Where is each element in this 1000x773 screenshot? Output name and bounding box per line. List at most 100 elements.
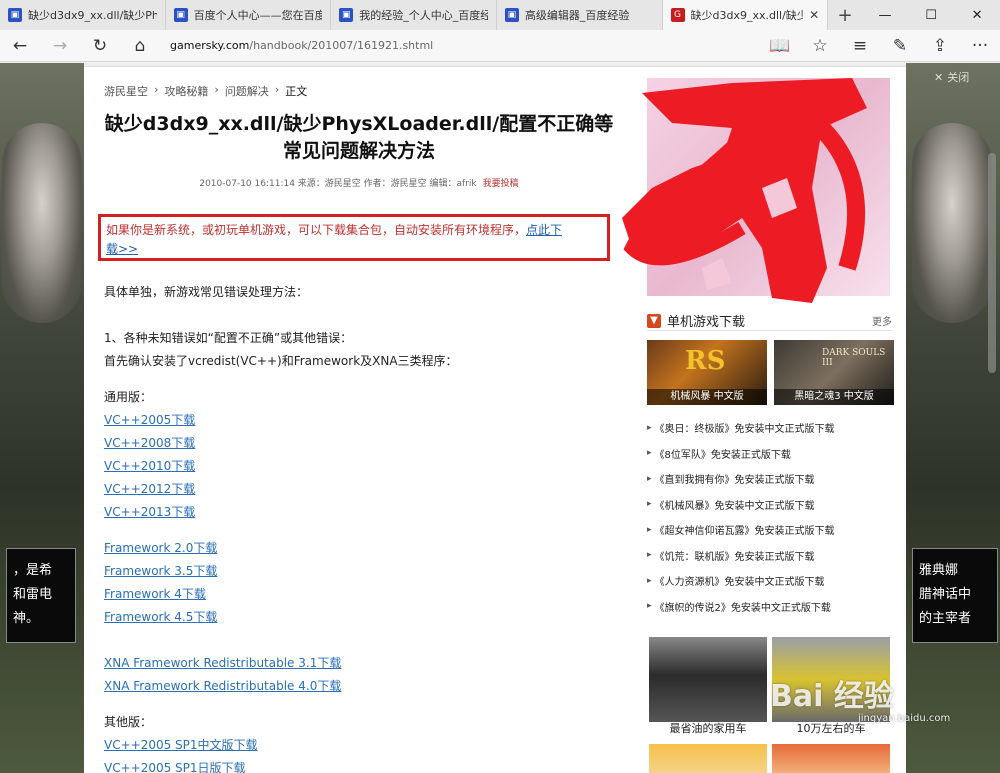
more-link[interactable]: 更多	[872, 313, 892, 328]
list-item[interactable]: ▸ 《饥荒：联机版》免安装正式版下载	[647, 543, 892, 569]
share-icon[interactable]: ⇪	[920, 30, 960, 62]
download-pack-link-cont[interactable]: 载>>	[106, 242, 138, 256]
download-pack-link[interactable]: 点此下	[526, 223, 562, 237]
framework-4-download-link[interactable]: Framework 4下载	[104, 585, 206, 602]
game-logo: DARK SOULS III	[822, 348, 886, 368]
reading-view-icon[interactable]: 📖	[760, 30, 800, 62]
breadcrumb-separator: ›	[274, 83, 280, 96]
url-path: /handbook/201007/161921.shtml	[249, 39, 434, 52]
vc2012-download-link[interactable]: VC++2012下载	[104, 480, 195, 497]
more-menu-icon[interactable]: ···	[960, 30, 1000, 62]
arrow-icon: ▸	[647, 473, 652, 484]
page-favicon-icon: ▣	[339, 8, 354, 22]
list-item[interactable]: ▸ 《人力资源机》免安装中文正式版下载	[647, 568, 892, 594]
baidu-jingyan-watermark: Bai 经验	[770, 679, 894, 714]
list-item[interactable]: ▸ 《机械风暴》免安装中文正式版下载	[647, 492, 892, 518]
url-host: gamersky.com	[170, 39, 250, 52]
game-download-list: ▸ 《奥日：终极版》免安装中文正式版下载 ▸ 《8位军队》免安装正式版下载 ▸ 《直到…	[647, 415, 892, 619]
xna-31-download-link[interactable]: XNA Framework Redistributable 3.1下载	[104, 654, 341, 671]
vc2013-download-link[interactable]: VC++2013下载	[104, 503, 195, 520]
game-thumbnail[interactable]: DARK SOULS III 黑暗之魂3 中文版	[774, 340, 894, 405]
hub-icon[interactable]: ≡	[840, 30, 880, 62]
list-item[interactable]: ▸ 《8位军队》免安装正式版下载	[647, 441, 892, 467]
breadcrumb-separator: ›	[214, 83, 219, 96]
address-bar[interactable]: gamersky.com/handbook/201007/161921.shtm…	[170, 39, 760, 52]
section-text: 首先确认安装了vcredist(VC++)和Framework及XNA三类程序：	[104, 354, 458, 368]
list-item[interactable]: ▸ 《旗帜的传说2》免安装中文正式版下载	[647, 594, 892, 620]
game-link[interactable]: 《机械风暴》免安装中文正式版下载	[655, 497, 815, 512]
background-art-left: ，是希 和雷电 神。	[0, 63, 84, 773]
tab-close-icon[interactable]: ✕	[809, 8, 819, 22]
game-link[interactable]: 《饥荒：联机版》免安装正式版下载	[655, 548, 815, 563]
close-ad-label: 关闭	[947, 71, 970, 84]
close-icon: ✕	[934, 70, 944, 84]
vc2010-download-link[interactable]: VC++2010下载	[104, 457, 195, 474]
list-item[interactable]: ▸ 《超女神信仰诺瓦露》免安装正式版下载	[647, 517, 892, 543]
forward-arrow-icon[interactable]: →	[40, 30, 80, 62]
framework-45-download-link[interactable]: Framework 4.5下载	[104, 608, 217, 625]
page-favicon-icon: ▣	[504, 8, 519, 22]
contribute-link[interactable]: 我要投稿	[483, 179, 519, 189]
web-note-icon[interactable]: ✎	[880, 30, 920, 62]
new-tab-button[interactable]: +	[828, 0, 862, 30]
character-face-image	[2, 123, 82, 323]
page-scrollbar[interactable]	[984, 63, 1000, 773]
game-thumbnail[interactable]: RS 机械风暴 中文版	[647, 340, 767, 405]
scrollbar-thumb[interactable]	[988, 153, 996, 373]
favorite-star-icon[interactable]: ☆	[800, 30, 840, 62]
section-title: 单机游戏下载	[667, 315, 746, 330]
tab-label: 缺少d3dx9_xx.dll/缺少P	[690, 9, 804, 22]
tab-label: 高级编辑器_百度经验	[524, 9, 630, 22]
promo-text-left[interactable]: ，是希 和雷电 神。	[6, 548, 76, 643]
list-item[interactable]: ▸ 《直到我拥有你》免安装正式版下载	[647, 466, 892, 492]
tab-2[interactable]: ▣ 百度个人中心——您在百度	[166, 0, 332, 30]
back-arrow-icon[interactable]: ←	[0, 30, 40, 62]
close-window-button[interactable]: ✕	[954, 0, 1000, 30]
breadcrumb: 游民星空 › 攻略秘籍 › 问题解决 › 正文	[104, 83, 307, 99]
promo-text: 雅典娜 腊神话中 的主宰者	[919, 563, 972, 626]
home-icon[interactable]: ⌂	[120, 30, 160, 62]
game-link[interactable]: 《人力资源机》免安装中文正式版下载	[655, 573, 825, 588]
gamersky-favicon-icon: G	[670, 8, 685, 22]
car-image[interactable]	[772, 744, 890, 773]
car-image[interactable]	[649, 637, 767, 722]
reload-icon[interactable]: ↻	[80, 30, 120, 62]
watermark-url: jingyan.baidu.com	[858, 713, 951, 724]
close-ad-button[interactable]: ✕ 关闭	[934, 67, 984, 87]
game-link[interactable]: 《旗帜的传说2》免安装中文正式版下载	[655, 599, 831, 614]
general-label: 通用版：	[104, 390, 153, 404]
game-logo: RS	[685, 346, 726, 376]
breadcrumb-separator: ›	[154, 83, 159, 96]
game-link[interactable]: 《超女神信仰诺瓦露》免安装正式版下载	[655, 522, 835, 537]
tab-3[interactable]: ▣ 我的经验_个人中心_百度经	[331, 0, 497, 30]
vc2008-download-link[interactable]: VC++2008下载	[104, 434, 195, 451]
vc2005-sp1-cn-link[interactable]: VC++2005 SP1中文版下载	[104, 736, 258, 753]
tab-label: 我的经验_个人中心_百度经	[359, 9, 488, 22]
game-link[interactable]: 《8位军队》免安装正式版下载	[655, 446, 791, 461]
tab-label: 百度个人中心——您在百度	[193, 9, 323, 22]
tab-label: 缺少d3dx9_xx.dll/缺少PhysX	[28, 9, 157, 22]
tab-4[interactable]: ▣ 高级编辑器_百度经验	[497, 0, 663, 30]
breadcrumb-item[interactable]: 游民星空	[104, 83, 148, 99]
vc2005-download-link[interactable]: VC++2005下载	[104, 411, 195, 428]
game-link[interactable]: 《奥日：终极版》免安装中文正式版下载	[655, 420, 835, 435]
character-face-image	[912, 123, 992, 323]
minimize-button[interactable]: —	[862, 0, 908, 30]
breadcrumb-item[interactable]: 问题解决	[225, 83, 269, 99]
breadcrumb-item[interactable]: 攻略秘籍	[164, 83, 208, 99]
title-line: 常见问题解决方法	[282, 140, 435, 162]
arrow-icon: ▸	[647, 499, 652, 510]
red-scrawl-overlay	[612, 68, 902, 308]
framework-35-download-link[interactable]: Framework 3.5下载	[104, 562, 217, 579]
list-item[interactable]: ▸ 《奥日：终极版》免安装中文正式版下载	[647, 415, 892, 441]
article-container: 游民星空 › 攻略秘籍 › 问题解决 › 正文 缺少d3dx9_xx.dll/缺…	[84, 63, 969, 773]
xna-40-download-link[interactable]: XNA Framework Redistributable 4.0下载	[104, 677, 341, 694]
tab-1[interactable]: ▣ 缺少d3dx9_xx.dll/缺少PhysX	[0, 0, 166, 30]
maximize-button[interactable]: ☐	[908, 0, 954, 30]
game-link[interactable]: 《直到我拥有你》免安装正式版下载	[655, 471, 815, 486]
car-caption[interactable]: 最省油的家用车	[649, 720, 767, 736]
car-image[interactable]	[649, 744, 767, 773]
vc2005-sp1-jp-link[interactable]: VC++2005 SP1日版下载	[104, 759, 246, 773]
tab-5-active[interactable]: G 缺少d3dx9_xx.dll/缺少P ✕	[662, 0, 829, 30]
framework-2-download-link[interactable]: Framework 2.0下载	[104, 539, 217, 556]
